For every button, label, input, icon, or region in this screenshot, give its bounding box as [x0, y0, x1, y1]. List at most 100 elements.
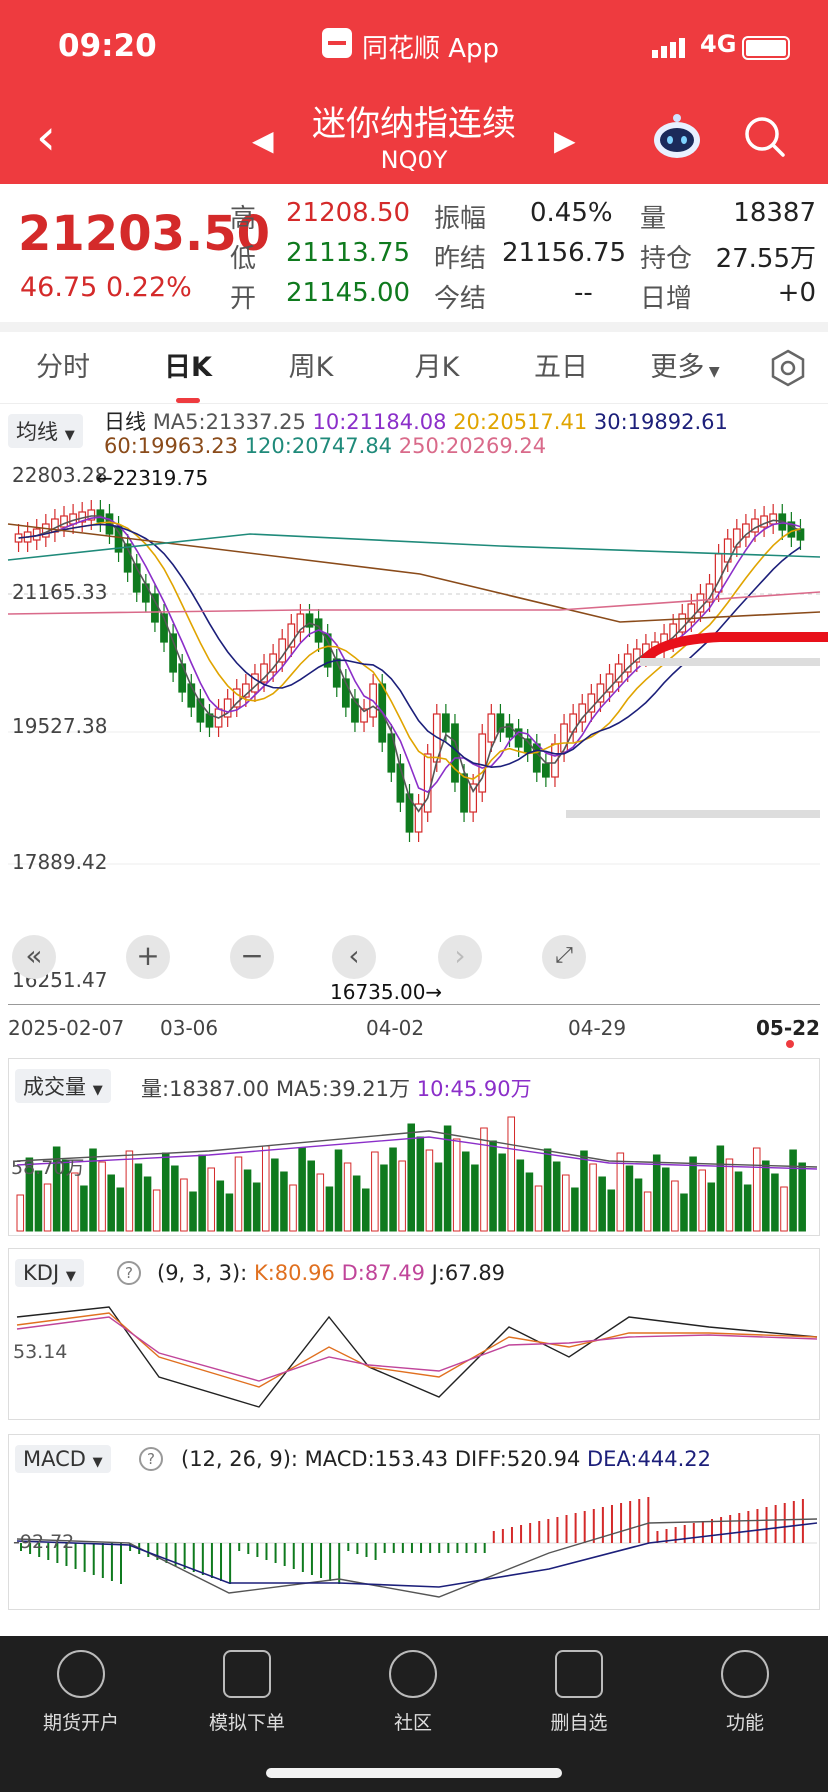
candle-body — [487, 713, 496, 743]
indicator-select[interactable]: 均线 ▼ — [8, 414, 83, 448]
volume-legend: 量:18387.00 MA5:39.21万 10:45.90万 — [141, 1073, 532, 1103]
volume-bar — [598, 1176, 606, 1232]
volume-bar — [134, 1163, 143, 1232]
nav-community[interactable]: 社区 — [348, 1650, 478, 1735]
x-tick-label: 05-22 — [756, 1016, 820, 1040]
nav-functions[interactable]: 功能 — [680, 1650, 810, 1735]
volume-bar — [234, 1156, 243, 1232]
app-logo-icon — [322, 28, 352, 58]
volume-chart — [16, 1116, 818, 1232]
volume-bar — [662, 1167, 670, 1232]
volume-bar — [161, 1152, 170, 1232]
volume-bar — [80, 1185, 88, 1232]
robot-assistant-icon[interactable] — [652, 112, 702, 160]
active-tab-indicator — [176, 398, 200, 403]
nav-label: 功能 — [725, 1712, 764, 1734]
volume-bar — [452, 1138, 461, 1232]
volume-bar — [589, 1163, 597, 1232]
help-icon[interactable]: ? — [117, 1261, 141, 1285]
volume-bar — [734, 1171, 743, 1232]
volume-bar — [562, 1174, 570, 1232]
tab-daily-k[interactable]: 日K — [133, 332, 243, 404]
ma60-value: 60:19963.23 — [104, 434, 238, 458]
kdj-select[interactable]: KDJ ▼ — [15, 1259, 84, 1287]
kdj-k: K:80.96 — [253, 1261, 335, 1285]
today-settle-value: -- — [574, 278, 593, 308]
contract-code: NQ0Y — [380, 146, 448, 174]
volume-select[interactable]: 成交量 ▼ — [15, 1069, 111, 1103]
divider — [0, 322, 828, 332]
candle-body — [451, 723, 459, 783]
tab-more[interactable]: 更多 ▼ — [630, 332, 740, 404]
tab-weekly-k[interactable]: 周K — [256, 332, 366, 404]
today-settle-label: 今结 — [434, 284, 487, 314]
ma30-value: 30:19892.61 — [593, 410, 728, 434]
chevron-down-icon: ▼ — [92, 1083, 103, 1098]
volume-bar — [425, 1149, 434, 1232]
zoom-out-button[interactable]: − — [230, 935, 274, 979]
search-icon[interactable] — [742, 114, 786, 158]
scroll-right-icon[interactable]: › — [438, 935, 482, 979]
macd-chart — [16, 1497, 818, 1598]
dea-line — [16, 1522, 818, 1588]
ma250-value: 250:20269.24 — [398, 434, 547, 458]
kdj-legend: (9, 3, 3): K:80.96 D:87.49 J:67.89 — [157, 1261, 505, 1285]
volume-bar — [780, 1186, 788, 1232]
next-contract-icon[interactable]: ▶ — [554, 124, 576, 157]
volume-bar — [334, 1149, 343, 1232]
help-icon[interactable]: ? — [139, 1447, 163, 1471]
volume-bar — [71, 1172, 79, 1232]
bottom-nav: 期货开户 模拟下单 社区 删自选 功能 — [0, 1636, 828, 1792]
battery-icon — [742, 36, 790, 60]
star-icon — [389, 1650, 437, 1698]
amplitude-value: 0.45% — [530, 198, 613, 228]
kline-chart[interactable] — [0, 462, 828, 1002]
volume-bar — [34, 1170, 43, 1232]
prev-contract-icon[interactable]: ◀ — [252, 124, 274, 157]
volume-bar — [634, 1178, 643, 1232]
candle-body — [405, 793, 414, 833]
nav-open-account[interactable]: 期货开户 — [16, 1650, 146, 1735]
kdj-params: (9, 3, 3): — [157, 1261, 248, 1285]
volume-tick: 58.70万 — [11, 1157, 85, 1179]
zoom-in-button[interactable]: + — [126, 935, 170, 979]
prev-settle-value: 21156.75 — [502, 238, 627, 268]
indicator-select-label: 均线 — [16, 420, 58, 444]
volume-bar — [107, 1174, 115, 1232]
nav-remove-watchlist[interactable]: 删自选 — [514, 1650, 644, 1735]
diff-line — [16, 1518, 818, 1598]
chevron-down-icon: ▼ — [65, 1269, 76, 1284]
settings-icon[interactable] — [768, 348, 808, 388]
volume-bar — [143, 1176, 152, 1232]
macd-select[interactable]: MACD ▼ — [15, 1445, 111, 1473]
tab-monthly-k[interactable]: 月K — [382, 332, 492, 404]
volume-bar — [280, 1171, 288, 1232]
minus-icon — [555, 1650, 603, 1698]
fullscreen-icon[interactable]: ⤢ — [542, 935, 586, 979]
app-screen: 09:20 同花顺 App 4G ‹ ◀ 迷你纳指连续 NQ0Y ▶ 21203… — [0, 0, 828, 1792]
tab-five-day[interactable]: 五日 — [506, 332, 616, 404]
volume-ma5: MA5:39.21万 — [275, 1077, 411, 1101]
tab-intraday[interactable]: 分时 — [8, 332, 118, 404]
volume-bar — [489, 1140, 497, 1232]
back-icon[interactable]: ‹ — [36, 112, 56, 162]
volume-bar — [325, 1186, 334, 1232]
volume-bar — [507, 1116, 516, 1232]
macd-select-label: MACD — [23, 1447, 86, 1471]
zoom-out-fast-icon[interactable]: « — [12, 935, 56, 979]
nav-simulated-order[interactable]: 模拟下单 — [182, 1650, 312, 1735]
volume-bar — [416, 1136, 425, 1232]
account-icon — [57, 1650, 105, 1698]
open-label: 开 — [230, 284, 257, 314]
price-band — [566, 810, 820, 818]
price-change: 46.75 — [20, 272, 98, 303]
nav-label: 删自选 — [550, 1712, 608, 1734]
ma5-value: MA5:21337.25 — [152, 410, 306, 434]
candle-body — [441, 713, 450, 733]
volume-bar — [443, 1125, 452, 1232]
scroll-left-icon[interactable]: ‹ — [332, 935, 376, 979]
quote-panel: 21203.50 46.75 0.22% 高 21208.50 低 21113.… — [0, 184, 828, 322]
volume-bar — [125, 1150, 134, 1232]
volume-bar — [798, 1162, 806, 1232]
home-indicator — [266, 1768, 562, 1778]
